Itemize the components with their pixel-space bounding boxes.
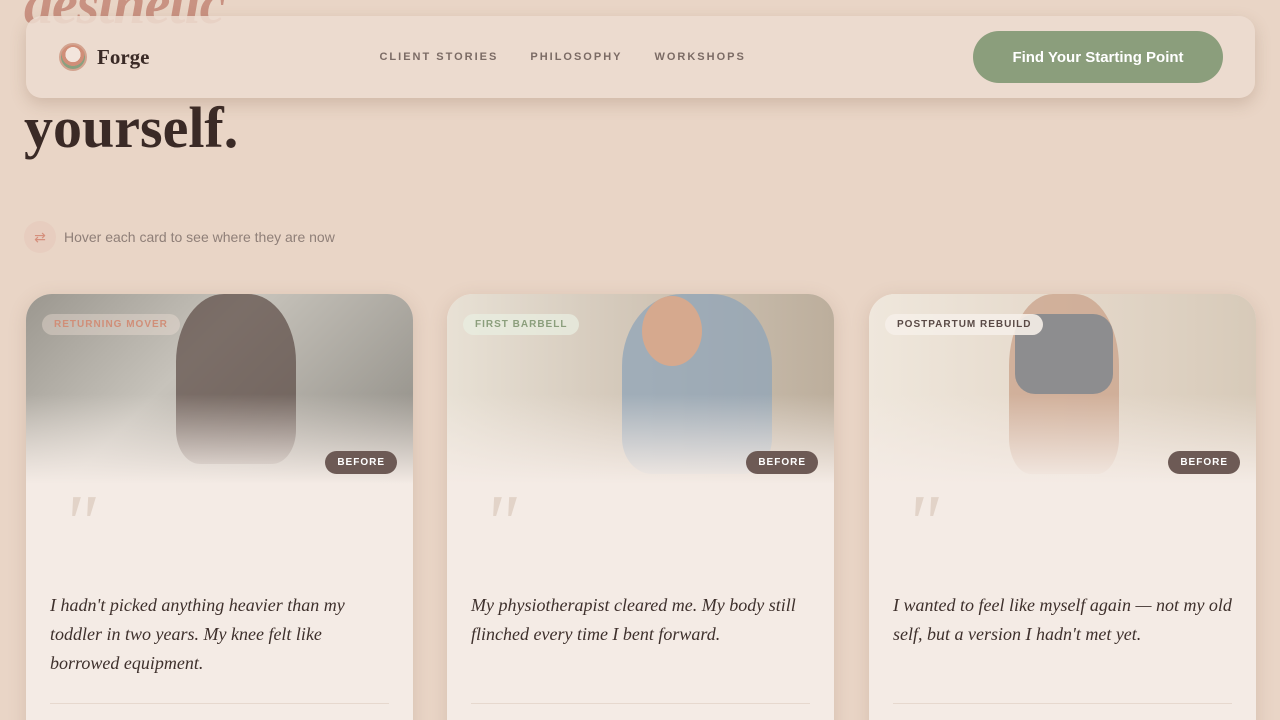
card-divider xyxy=(50,703,389,704)
card-photo: POSTPARTUM REBUILD BEFORE xyxy=(869,294,1256,484)
before-badge: BEFORE xyxy=(746,451,818,474)
card-quote: I wanted to feel like myself again — not… xyxy=(893,595,1232,644)
card-quote: I hadn't picked anything heavier than my… xyxy=(50,595,345,673)
find-starting-point-button[interactable]: Find Your Starting Point xyxy=(973,31,1223,83)
nav-link-workshops[interactable]: WORKSHOPS xyxy=(654,51,745,63)
card-divider xyxy=(471,703,810,704)
page: aesthetic yourself. Forge CLIENT STORIES… xyxy=(0,0,1280,720)
hero-heading-bottom: yourself. xyxy=(24,95,239,160)
nav-links: CLIENT STORIES PHILOSOPHY WORKSHOPS xyxy=(379,51,745,63)
brand-logo-icon xyxy=(59,43,87,71)
story-card-3[interactable]: POSTPARTUM REBUILD BEFORE " I wanted to … xyxy=(869,294,1256,720)
brand[interactable]: Forge xyxy=(59,43,149,71)
card-photo: FIRST BARBELL BEFORE xyxy=(447,294,834,484)
card-divider xyxy=(893,703,1232,704)
nav-link-client-stories[interactable]: CLIENT STORIES xyxy=(379,51,498,63)
story-card-2[interactable]: FIRST BARBELL BEFORE " My physiotherapis… xyxy=(447,294,834,720)
hover-hint: ⇄ Hover each card to see where they are … xyxy=(24,221,335,253)
hint-text: Hover each card to see where they are no… xyxy=(64,229,335,245)
card-tag: FIRST BARBELL xyxy=(463,314,580,335)
card-tag: RETURNING MOVER xyxy=(42,314,180,335)
card-tag: POSTPARTUM REBUILD xyxy=(885,314,1044,335)
quote-mark-icon: " xyxy=(905,480,939,568)
brand-name: Forge xyxy=(97,44,150,69)
quote-mark-icon: " xyxy=(62,480,96,568)
swap-arrows-icon: ⇄ xyxy=(24,221,56,253)
before-badge: BEFORE xyxy=(1168,451,1240,474)
nav-link-philosophy[interactable]: PHILOSOPHY xyxy=(530,51,622,63)
story-card-1[interactable]: RETURNING MOVER BEFORE " I hadn't picked… xyxy=(26,294,413,720)
face-shape xyxy=(642,296,702,366)
card-quote: My physiotherapist cleared me. My body s… xyxy=(471,595,796,644)
before-badge: BEFORE xyxy=(325,451,397,474)
card-photo: RETURNING MOVER BEFORE xyxy=(26,294,413,484)
top-navigation: Forge CLIENT STORIES PHILOSOPHY WORKSHOP… xyxy=(26,16,1255,98)
quote-mark-icon: " xyxy=(483,480,517,568)
